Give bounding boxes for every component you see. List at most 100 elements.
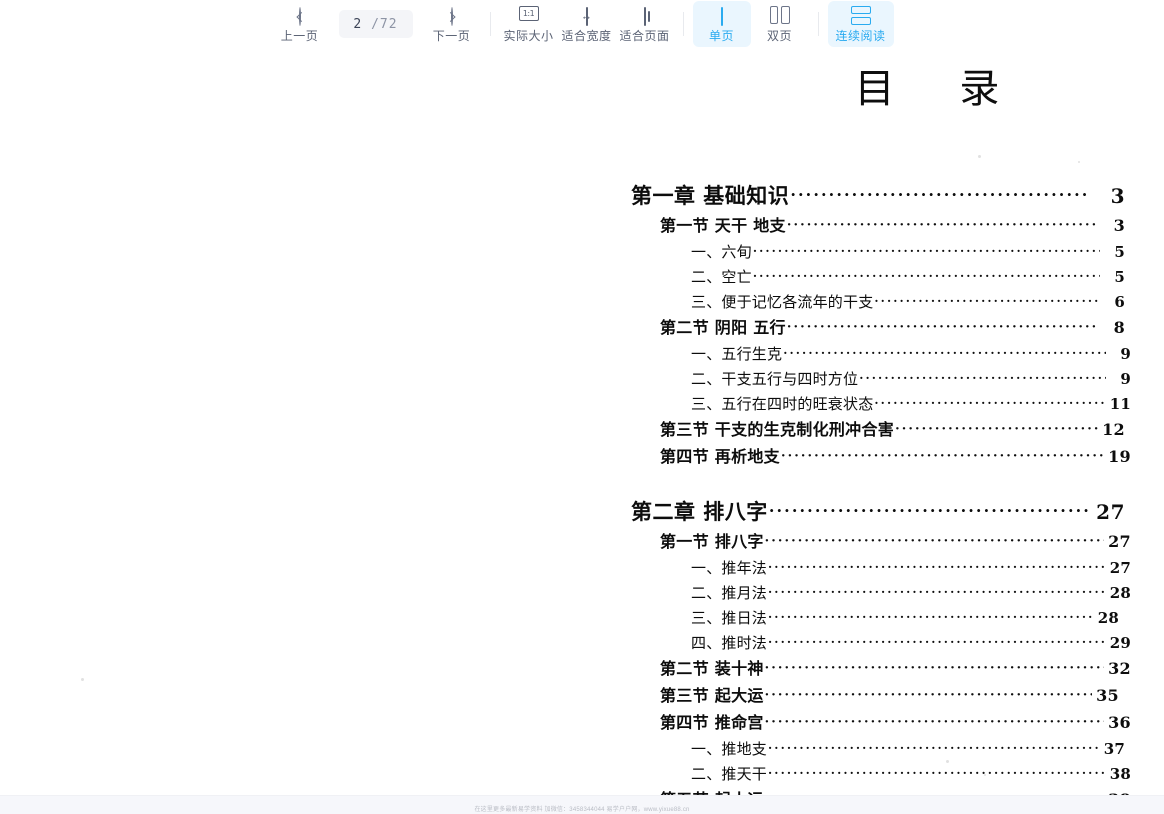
toc-leader-dots: ········································… [790,185,1090,204]
fit-page-icon [643,6,646,28]
actual-size-label: 实际大小 [503,29,554,43]
scan-speck [984,774,986,776]
toc-entry[interactable]: 第二章 排八字 ·································… [631,497,1131,529]
toc-entry[interactable]: 第一节 天干 地支 ·······························… [660,213,1131,240]
fit-page-label: 适合页面 [619,29,670,43]
toc-entry-page-number: 37 [1103,740,1125,758]
toc-entry[interactable]: 三、推日法 ···································… [691,606,1131,631]
toc-entry-page-number: 6 [1114,293,1125,311]
fit-page-button[interactable]: 适合页面 [616,1,674,47]
single-page-label: 单页 [708,29,734,43]
toc-entry-page-number: 28 [1109,584,1131,602]
toc-entry[interactable]: 第一节 排八字 ·································… [660,529,1131,556]
toc-entry-page-number: 3 [1110,184,1125,208]
toc-entry[interactable]: 一、五行生克 ··································… [691,342,1131,367]
toc-entry[interactable]: 第二节 装十神 ·································… [660,656,1131,683]
single-page-icon [720,6,723,28]
total-pages-value: 72 [379,16,398,32]
toc-entry[interactable]: 二、推月法 ···································… [691,581,1131,606]
toc-entry-page-number: 27 [1109,559,1131,577]
toc-entry[interactable]: 一、六旬 ····································… [691,240,1131,265]
toc-entry-title: 第三节 干支的生克制化刑冲合害 [660,420,895,439]
toc-entry-title: 四、推时法 [691,634,768,652]
double-page-button[interactable]: 双页 [751,1,809,47]
toc-entry[interactable]: 一、推年法 ···································… [691,556,1131,581]
toc-leader-dots: ········································… [764,688,1092,703]
page-title: 目 录 [854,66,1026,112]
toc-leader-dots: ········································… [768,635,1106,649]
previous-page-label: 上一页 [280,29,319,43]
page-number-input[interactable]: 2 / 72 [338,10,413,38]
continuous-scroll-label: 连续阅读 [835,29,886,43]
fit-width-button[interactable]: 适合宽度 [558,1,616,47]
table-of-contents: 第一章 基础知识 ································… [631,181,1131,814]
toc-entry-page-number: 27 [1108,532,1131,551]
toc-entry-title: 二、推天干 [691,765,768,783]
toc-entry-page-number: 36 [1108,713,1131,732]
toc-entry-title: 三、推日法 [691,609,768,627]
next-page-button[interactable]: 下一页 [423,1,481,47]
toc-entry[interactable]: 二、空亡 ····································… [691,265,1131,290]
toc-entry-page-number: 3 [1113,216,1125,235]
toc-leader-dots: ········································… [874,294,1100,308]
toc-entry[interactable]: 第四节 推命宫 ·································… [660,710,1131,737]
toc-entry-title: 三、便于记忆各流年的干支 [691,293,874,311]
toc-leader-dots: ········································… [859,371,1106,385]
toc-entry-page-number: 19 [1108,447,1131,466]
toc-entry-title: 一、五行生克 [691,345,783,363]
document-scroll-area[interactable]: 目 录 第一章 基础知识 ····························… [0,48,1164,814]
toc-leader-dots: ········································… [786,320,1098,335]
toc-entry[interactable]: 第四节 再析地支 ································… [660,444,1131,471]
toc-leader-dots: ········································… [874,396,1106,410]
toc-entry-title: 第一节 天干 地支 [660,216,786,235]
toc-entry[interactable]: 第三节 干支的生克制化刑冲合害 ·························… [660,417,1131,444]
toc-entry[interactable]: 三、五行在四时的旺衰状态 ····························… [691,392,1131,417]
next-page-label: 下一页 [432,29,471,43]
toolbar-divider-1 [489,12,491,36]
toc-entry[interactable]: 第二节 阴阳 五行 ·······························… [660,315,1131,342]
toc-entry-page-number: 27 [1096,500,1125,524]
toc-entry[interactable]: 四、推时法 ···································… [691,631,1131,656]
toolbar-navigation-group: 上一页 2 / 72 下一页 [271,0,481,48]
fit-width-icon [585,6,588,28]
toc-entry[interactable]: 二、干支五行与四时方位 ·····························… [691,367,1131,392]
pdf-toolbar: 上一页 2 / 72 下一页 1:1 实际大小 适合宽度 [0,0,1164,48]
toc-entry-title: 一、六旬 [691,243,752,261]
continuous-scroll-button[interactable]: 连续阅读 [827,1,894,47]
toc-entry-page-number: 5 [1114,243,1125,261]
toc-entry-page-number: 29 [1109,634,1131,652]
toc-leader-dots: ········································… [768,501,1090,520]
toc-entry[interactable]: 二、推天干 ···································… [691,762,1131,787]
scan-speck [978,155,981,158]
continuous-scroll-icon [850,6,871,28]
toc-entry-page-number: 28 [1097,609,1119,627]
scan-speck [1078,161,1080,163]
toc-leader-dots: ········································… [768,741,1100,755]
toolbar-divider-2 [682,12,684,36]
toc-entry[interactable]: 三、便于记忆各流年的干支 ····························… [691,290,1131,315]
toc-entry-page-number: 12 [1102,420,1125,439]
toc-entry-title: 二、空亡 [691,268,752,286]
toc-entry[interactable]: 第三节 起大运 ·································… [660,683,1131,710]
actual-size-button[interactable]: 1:1 实际大小 [500,1,558,47]
toc-entry[interactable]: 一、推地支 ···································… [691,737,1131,762]
toc-entry-title: 第一节 排八字 [660,532,764,551]
toolbar-layout-group: 单页 双页 [692,0,809,48]
scan-speck [946,760,949,763]
toc-spacer [631,471,1131,497]
toc-leader-dots: ········································… [768,560,1106,574]
double-page-label: 双页 [766,29,792,43]
toc-entry-title: 第二节 装十神 [660,659,764,678]
toc-entry-title: 第一章 基础知识 [631,183,790,208]
toc-entry-page-number: 11 [1109,395,1131,413]
toolbar-zoom-group: 1:1 实际大小 适合宽度 适合页面 [500,0,674,48]
toc-entry-page-number: 5 [1114,268,1125,286]
single-page-button[interactable]: 单页 [692,1,751,47]
previous-page-button[interactable]: 上一页 [271,1,329,47]
toc-entry[interactable]: 第一章 基础知识 ································… [631,181,1131,213]
page-watermark: 在这里更多最新易学资料 加微信：3458344044 易学户户网，www.yix… [474,807,690,813]
toc-entry-page-number: 35 [1096,686,1119,705]
toc-leader-dots: ········································… [764,715,1104,730]
current-page-value: 2 [353,16,363,32]
toc-entry-title: 第二节 阴阳 五行 [660,318,786,337]
